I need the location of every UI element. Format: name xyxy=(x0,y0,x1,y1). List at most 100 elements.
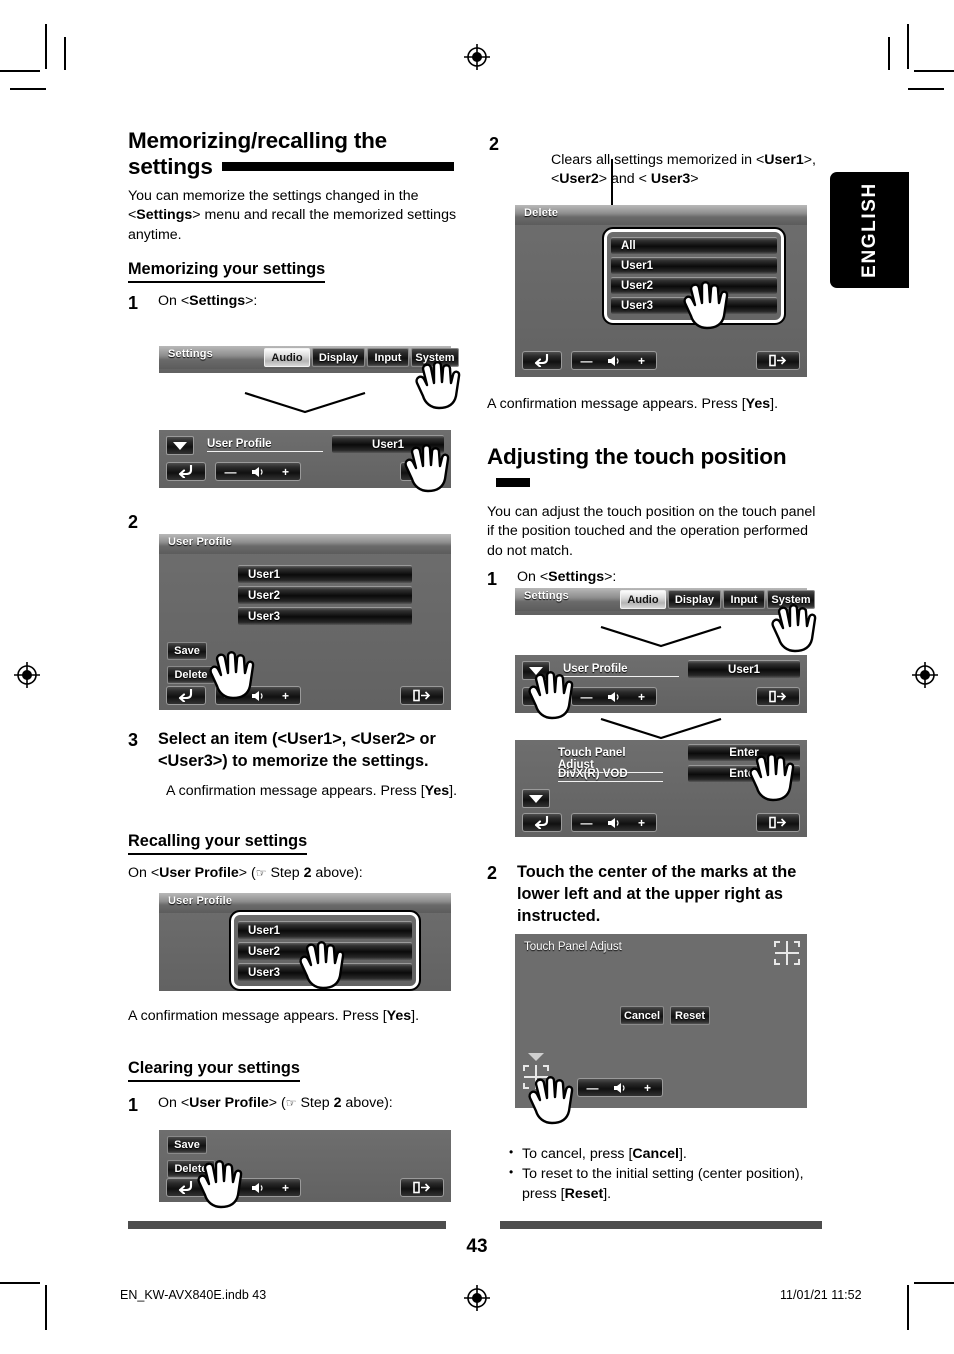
registration-mark-bottom xyxy=(464,1285,490,1311)
bottom-control-bar: — + xyxy=(166,686,301,705)
save-button[interactable]: Save xyxy=(167,1136,207,1154)
crop-mark-top-right-h2 xyxy=(908,88,944,90)
exit-button[interactable] xyxy=(756,351,800,370)
step-bold: Settings xyxy=(189,292,246,309)
reset-button[interactable]: Reset xyxy=(670,1006,710,1025)
volume-up-button[interactable]: + xyxy=(271,1178,301,1197)
footer-rule-left xyxy=(128,1221,446,1229)
delete-button[interactable]: Delete xyxy=(167,666,215,684)
screen-user-profile-list: User Profile User1 User2 User3 Save Dele… xyxy=(159,534,451,710)
volume-down-button[interactable]: — xyxy=(215,1178,245,1197)
list-item-user2[interactable]: User2 xyxy=(611,277,777,294)
volume-down-button[interactable]: — xyxy=(571,687,601,706)
cancel-button[interactable]: Cancel xyxy=(620,1006,664,1025)
volume-up-button[interactable]: + xyxy=(633,1078,663,1097)
list-item: To cancel, press [Cancel]. xyxy=(505,1144,823,1164)
volume-up-button[interactable]: + xyxy=(271,462,301,481)
list-item-user2[interactable]: User2 xyxy=(238,586,412,604)
speaker-icon-button[interactable] xyxy=(601,813,627,832)
save-button[interactable]: Save xyxy=(167,642,207,660)
speaker-icon-button[interactable] xyxy=(601,351,627,370)
speaker-icon-button[interactable] xyxy=(607,1078,633,1097)
callout-e: > and < xyxy=(598,171,651,188)
footer-timestamp: 11/01/21 11:52 xyxy=(780,1288,862,1302)
volume-down-button[interactable]: — xyxy=(571,351,601,370)
list-item-user3[interactable]: User3 xyxy=(611,297,777,314)
title-rule xyxy=(221,161,454,171)
row-value-enter-divx[interactable]: Enter xyxy=(688,765,800,782)
exit-button[interactable] xyxy=(400,462,444,481)
volume-up-button[interactable]: + xyxy=(271,686,301,705)
row-value-enter-touch[interactable]: Enter xyxy=(688,744,800,761)
step-prefix: On < xyxy=(158,292,190,309)
speaker-icon-button[interactable] xyxy=(245,686,271,705)
screen-user-profile-row-2: User Profile User1 — + xyxy=(515,655,807,713)
registration-mark-right xyxy=(912,662,938,688)
scroll-down-button[interactable] xyxy=(522,789,550,808)
volume-up-button[interactable]: + xyxy=(627,351,657,370)
scroll-down-button[interactable] xyxy=(522,661,550,680)
back-button[interactable] xyxy=(522,687,562,706)
chevron-down-icon xyxy=(173,441,187,450)
list-item-user3[interactable]: User3 xyxy=(238,607,412,625)
speaker-icon-button[interactable] xyxy=(601,687,627,706)
list-item-user1[interactable]: User1 xyxy=(611,257,777,274)
volume-down-button[interactable]: — xyxy=(215,462,245,481)
step-text: Select an item (<User1>, <User2> or <Use… xyxy=(158,730,436,770)
volume-down-button[interactable]: — xyxy=(577,1078,607,1097)
row-label-divx-vod: DivX(R) VOD xyxy=(558,768,663,782)
exit-icon xyxy=(769,816,787,829)
note-part-a: A confirmation message appears. Press [ xyxy=(166,783,425,799)
note-part-c: ]. xyxy=(449,783,458,799)
callout-user2: User2 xyxy=(559,171,599,188)
tab-audio[interactable]: Audio xyxy=(264,348,310,367)
volume-up-button[interactable]: + xyxy=(627,687,657,706)
tab-input[interactable]: Input xyxy=(723,590,765,609)
volume-down-button[interactable]: — xyxy=(571,813,601,832)
speaker-icon xyxy=(251,466,263,477)
footer-rule-right xyxy=(500,1221,822,1229)
row-value-user1[interactable]: User1 xyxy=(332,435,444,453)
tab-display[interactable]: Display xyxy=(668,590,721,609)
exit-button[interactable] xyxy=(400,686,444,705)
calibration-mark-lower-left-icon xyxy=(523,1065,549,1089)
tab-input[interactable]: Input xyxy=(367,348,409,367)
list-item-all[interactable]: All xyxy=(611,237,777,254)
list-item-user1[interactable]: User1 xyxy=(238,921,412,939)
back-button[interactable] xyxy=(522,813,562,832)
speaker-icon-button[interactable] xyxy=(245,1178,271,1197)
tab-system[interactable]: System xyxy=(411,348,459,367)
language-tab-label: ENGLISH xyxy=(858,182,880,278)
crop-mark-top-right-v xyxy=(907,24,909,69)
section-title-adjusting: Adjusting the touch position xyxy=(487,444,823,497)
step-delete-2-number: 2 xyxy=(489,134,500,154)
step-number: 1 xyxy=(487,568,498,589)
delete-button[interactable]: Delete xyxy=(167,1160,215,1178)
back-button[interactable] xyxy=(522,351,562,370)
step-suffix: >: xyxy=(245,292,258,309)
tab-display[interactable]: Display xyxy=(312,348,365,367)
screen-titlebar: Delete xyxy=(515,205,807,225)
back-button[interactable] xyxy=(166,1178,206,1197)
exit-button[interactable] xyxy=(756,687,800,706)
screen-title: Delete xyxy=(524,207,559,219)
volume-down-button[interactable]: — xyxy=(215,686,245,705)
tab-system[interactable]: System xyxy=(767,590,815,609)
speaker-icon-button[interactable] xyxy=(245,462,271,481)
row-value-user1[interactable]: User1 xyxy=(688,660,800,678)
confirm-a: A confirmation message appears. Press [ xyxy=(487,396,746,412)
back-button[interactable] xyxy=(166,462,206,481)
callout-g: > xyxy=(690,171,699,188)
step-note: A confirmation message appears. Press [Y… xyxy=(166,783,462,799)
tab-audio[interactable]: Audio xyxy=(620,590,666,609)
list-item-user1[interactable]: User1 xyxy=(238,565,412,583)
exit-button[interactable] xyxy=(400,1178,444,1197)
list-item-user2[interactable]: User2 xyxy=(238,942,412,960)
list-item-user3[interactable]: User3 xyxy=(238,963,412,981)
exit-button[interactable] xyxy=(756,813,800,832)
step-memorize-3: 3 Select an item (<User1>, <User2> or <U… xyxy=(128,725,462,799)
volume-up-button[interactable]: + xyxy=(627,813,657,832)
back-button[interactable] xyxy=(166,686,206,705)
flow-arrow-down-2 xyxy=(600,626,722,648)
scroll-down-button[interactable] xyxy=(166,436,194,455)
